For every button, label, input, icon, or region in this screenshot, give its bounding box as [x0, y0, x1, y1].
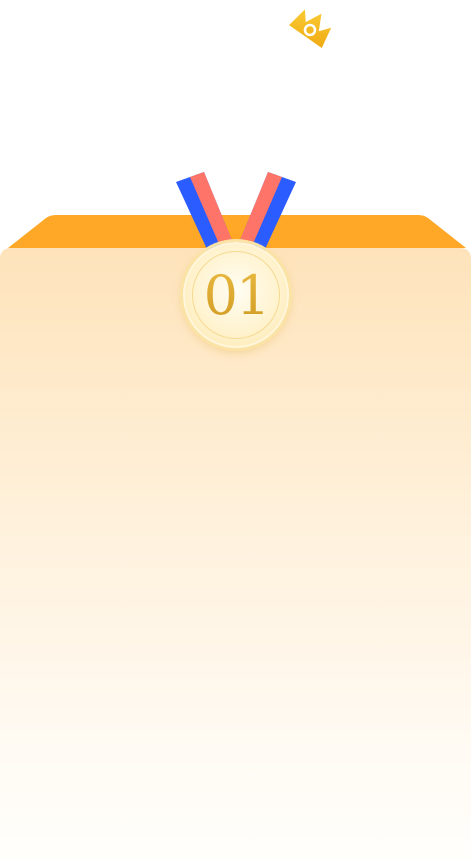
medal-icon: 01: [183, 242, 289, 348]
rank-card-page: 01: [0, 0, 472, 858]
crown-icon: [289, 9, 332, 49]
medal-rank-number: 01: [185, 244, 287, 346]
